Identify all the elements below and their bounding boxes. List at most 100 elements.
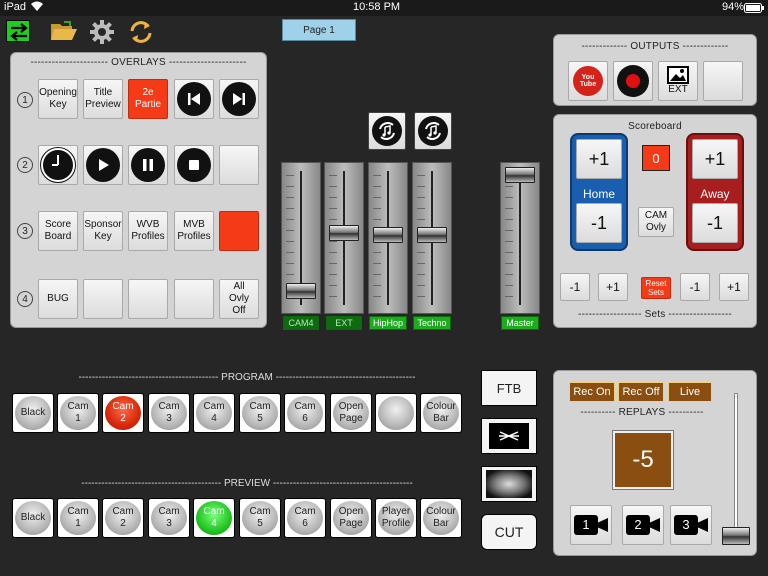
pause-button[interactable] [128,145,168,185]
fader-label-cam4: CAM4 [283,316,319,330]
fader-techno-knob[interactable] [417,227,447,243]
dissolve-transition-button[interactable] [481,466,537,502]
replay-seconds-display[interactable]: -5 [612,430,674,490]
audio-sync-button-2[interactable] [414,112,452,150]
skip-back-button[interactable] [174,79,214,119]
away-plus-one-button[interactable]: +1 [692,139,738,179]
rec-off-button[interactable]: Rec Off [618,382,664,402]
all-ovly-off-button[interactable]: All Ovly Off [219,279,259,319]
home-minus-one-button[interactable]: -1 [576,203,622,243]
reset-sets-button[interactable]: Reset Sets [641,277,671,299]
live-button[interactable]: Live [668,382,712,402]
program-cam5-button[interactable]: Cam 5 [239,393,281,433]
replay-cam1-button[interactable]: 1 [570,505,612,545]
overlay-blank-button-row4-2[interactable] [83,279,123,319]
sponsor-key-button[interactable]: Sponsor Key [83,211,123,251]
wifi-icon [30,0,44,15]
cam-ovly-button[interactable]: CAM Ovly [638,207,674,237]
record-button[interactable] [613,61,653,101]
replay-speed-track[interactable] [734,393,738,543]
home-label: Home [582,187,615,201]
fader-hiphop-knob[interactable] [373,227,403,243]
battery-percent: 94% [722,1,745,13]
preview-cam5-button[interactable]: Cam 5 [239,498,281,538]
overlay-blank-button-row4-3[interactable] [128,279,168,319]
away-sets-minus-button[interactable]: -1 [680,273,710,301]
fader-tick [329,208,337,209]
fader-label-ext: EXT [326,316,362,330]
home-sets-minus-button[interactable]: -1 [560,273,590,301]
fader-master-knob[interactable] [505,167,535,183]
program-cam2-button[interactable]: Cam 2 [102,393,144,433]
skip-forward-icon [222,82,256,116]
wipe-transition-button[interactable] [481,418,537,454]
fader-techno[interactable] [412,162,452,314]
fader-cam4[interactable] [281,162,321,314]
replay-cam2-button[interactable]: 2 [622,505,664,545]
preview-cam3-button[interactable]: Cam 3 [148,498,190,538]
mvb-profiles-button[interactable]: MVB Profiles [174,211,214,251]
play-button[interactable] [83,145,123,185]
program-black-button[interactable]: Black [12,393,54,433]
replay-speed-knob[interactable] [722,527,750,545]
ext-button[interactable]: EXT [658,61,698,101]
fader-tick [417,175,425,176]
clock: 10:58 PM [353,1,401,13]
fader-ext-knob[interactable] [329,225,359,241]
home-plus-one-button[interactable]: +1 [576,139,622,179]
preview-cam2-button[interactable]: Cam 2 [102,498,144,538]
title-preview-button[interactable]: Title Preview [83,79,123,119]
preview-player-profile-button[interactable]: Player Profile [375,498,417,538]
overlay-blank-button-row4-4[interactable] [174,279,214,319]
output-blank-button[interactable] [703,61,743,101]
ftb-button[interactable]: FTB [481,370,537,406]
clock-button[interactable] [38,145,78,185]
youtube-button[interactable]: You Tube [568,61,608,101]
preview-colour-bar-button[interactable]: Colour Bar [420,498,462,538]
skip-back-icon [177,82,211,116]
score-board-button[interactable]: Score Board [38,211,78,251]
switch-icon[interactable] [6,20,30,42]
fader-master[interactable] [500,162,540,314]
replay-cam3-button[interactable]: 3 [670,505,712,545]
program-cam1-button[interactable]: Cam 1 [57,393,99,433]
preview-black-button[interactable]: Black [12,498,54,538]
preview-open-page-button[interactable]: Open Page [330,498,372,538]
program-cam6-button[interactable]: Cam 6 [284,393,326,433]
away-minus-one-button[interactable]: -1 [692,203,738,243]
program-blank-button[interactable] [375,393,417,433]
preview-cam4-button[interactable]: Cam 4 [193,498,235,538]
away-sets-plus-button[interactable]: +1 [719,273,749,301]
fader-hiphop[interactable] [368,162,408,314]
program-cam4-button[interactable]: Cam 4 [193,393,235,433]
bug-button[interactable]: BUG [38,279,78,319]
overlay-blank-button-row2[interactable] [219,145,259,185]
battery-icon [744,3,764,16]
fader-tick [505,208,513,209]
program-colour-bar-button[interactable]: Colour Bar [420,393,462,433]
wvb-profiles-button[interactable]: WVB Profiles [128,211,168,251]
refresh-icon[interactable] [128,20,152,43]
program-open-page-button[interactable]: Open Page [330,393,372,433]
opening-key-button[interactable]: Opening Key [38,79,78,119]
audio-sync-button-1[interactable] [368,112,406,150]
rec-on-button[interactable]: Rec On [569,382,615,402]
page-button[interactable]: Page 1 [282,19,356,41]
fader-cam4-knob[interactable] [286,283,316,299]
preview-cam1-button[interactable]: Cam 1 [57,498,99,538]
stop-button[interactable] [174,145,214,185]
gear-icon[interactable] [90,20,114,44]
preview-cam6-button[interactable]: Cam 6 [284,498,326,538]
cut-button[interactable]: CUT [481,514,537,550]
sets-label: ------------------ Sets ----------------… [578,309,732,320]
overlay-red-button-row3[interactable] [219,211,259,251]
fader-tick [417,186,425,187]
program-cam3-button[interactable]: Cam 3 [148,393,190,433]
clock-icon [40,147,76,183]
fader-ext[interactable] [324,162,364,314]
outputs-title: ------------- OUTPUTS ------------- [581,41,729,52]
folder-icon[interactable] [50,20,77,42]
2e-partie-button[interactable]: 2e Partie [128,79,168,119]
skip-forward-button[interactable] [219,79,259,119]
home-sets-plus-button[interactable]: +1 [598,273,628,301]
